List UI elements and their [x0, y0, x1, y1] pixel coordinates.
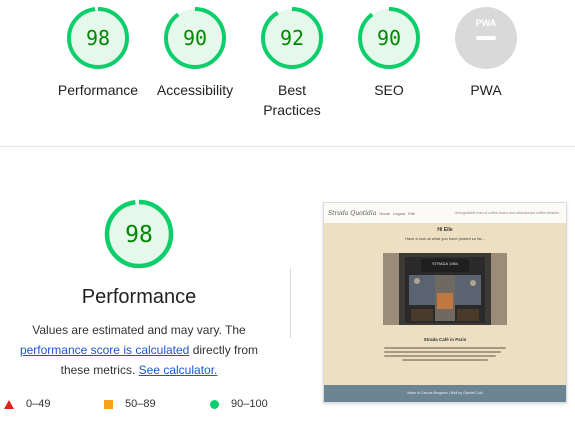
desc-text-1: Values are estimated and may vary. The: [32, 323, 246, 337]
gauge-label-pwa: PWA: [470, 82, 502, 98]
legend-fail: 0–49: [4, 398, 50, 410]
thumb-post-title: Strada Café in Paris: [423, 337, 467, 342]
gauge-pwa[interactable]: PWA PWA: [436, 6, 536, 100]
thumb-body: Hi Elle Have a look at what you have pos…: [324, 223, 566, 385]
thumb-post-text-lines: [384, 345, 506, 363]
shop-sign-text: STRADA 1984: [432, 261, 459, 266]
thumb-nav-logout: Logout: [393, 210, 406, 216]
pwa-badge-text: PWA: [476, 18, 497, 28]
gauge-label-accessibility: Accessibility: [156, 82, 234, 98]
thumb-navbar: Strada Quotidia Home Logout Elle Unforge…: [324, 203, 566, 223]
gauge-accessibility[interactable]: 90 Accessibility: [145, 6, 245, 100]
performance-score: 98: [86, 26, 110, 50]
thumb-nav-home: Home: [379, 210, 391, 216]
legend-range-average: 50–89: [125, 398, 156, 410]
performance-description: Values are estimated and may vary. The p…: [6, 320, 272, 380]
thumb-cafe-photo: STRADA 1984: [383, 253, 507, 325]
gauge-label-performance: Performance: [57, 82, 139, 98]
category-gauges: 98 Performance 90 Accessibility 92 Best …: [0, 6, 575, 136]
section-divider: [0, 146, 575, 147]
seo-score: 90: [377, 26, 401, 50]
score-calculated-link[interactable]: performance score is calculated: [20, 343, 189, 357]
thumb-logo: Strada Quotidia: [328, 209, 377, 217]
label-line-2: Practices: [263, 102, 321, 118]
gauge-best-practices[interactable]: 92 Best Practices: [242, 6, 342, 120]
see-calculator-link[interactable]: See calculator.: [139, 363, 218, 377]
best-practices-score: 92: [280, 26, 304, 50]
performance-score-ring: 98: [67, 7, 129, 69]
thumb-footer: Made in Canvas Bergamo | Built by Gabrie…: [324, 385, 566, 402]
triangle-icon: [4, 399, 14, 409]
legend-range-pass: 90–100: [231, 398, 268, 410]
performance-big-gauge: 98: [104, 199, 174, 269]
pwa-dash-icon: [476, 36, 496, 40]
accessibility-score: 90: [183, 26, 207, 50]
best-practices-score-ring: 92: [261, 7, 323, 69]
accessibility-score-ring: 90: [164, 7, 226, 69]
thumb-nav-user: Elle: [408, 210, 415, 216]
legend-pass: 90–100: [210, 398, 268, 410]
gauge-seo[interactable]: 90 SEO: [339, 6, 439, 100]
performance-title: Performance: [81, 286, 197, 308]
thumb-tagline: Unforgettable lives of coffee lovers and…: [454, 211, 559, 215]
final-screenshot-thumbnail[interactable]: Strada Quotidia Home Logout Elle Unforge…: [323, 202, 567, 403]
thumb-greeting: Hi Elle: [437, 227, 453, 233]
legend-average: 50–89: [104, 398, 156, 410]
seo-score-ring: 90: [358, 7, 420, 69]
square-icon: [104, 399, 113, 409]
gauge-performance[interactable]: 98 Performance: [48, 6, 148, 100]
vertical-divider: [290, 268, 291, 338]
gauge-label-seo: SEO: [374, 82, 404, 98]
thumb-subtitle: Have a look at what you have posted so f…: [405, 236, 485, 241]
legend-range-fail: 0–49: [26, 398, 51, 410]
gauge-label-best-practices: Best Practices: [242, 80, 342, 120]
performance-big-score: 98: [125, 222, 153, 248]
label-line-1: Best: [277, 82, 306, 98]
pwa-badge-icon: PWA: [455, 7, 517, 69]
circle-icon: [210, 399, 219, 409]
cafe-storefront-image: STRADA 1984: [383, 253, 507, 325]
